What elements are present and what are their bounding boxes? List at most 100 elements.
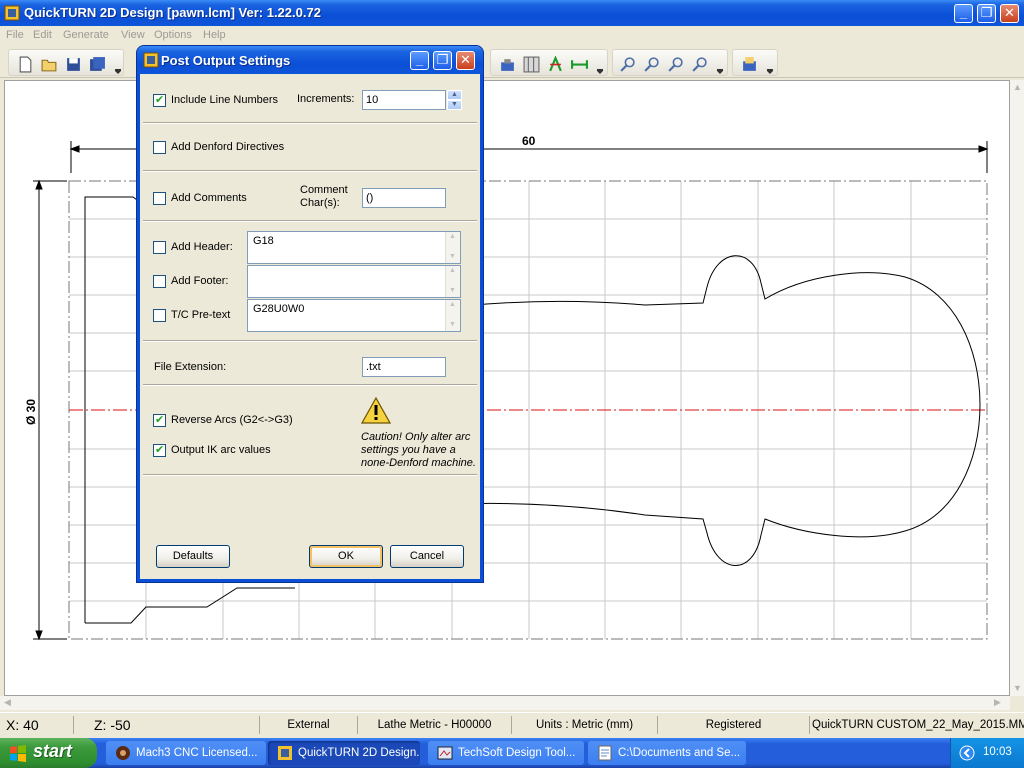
tool-path-icon[interactable] xyxy=(547,56,564,73)
clock: 10:03 xyxy=(983,746,1012,758)
scroll-left-icon[interactable]: ◀ xyxy=(4,697,11,708)
zoom-out-icon[interactable] xyxy=(691,56,708,73)
post-output-settings-dialog: Post Output Settings _ ❐ ✕ Include Line … xyxy=(137,46,483,582)
comment-chars-label: Comment xyxy=(300,184,348,196)
menu-help[interactable]: Help xyxy=(203,29,226,41)
cancel-button[interactable]: Cancel xyxy=(390,545,464,568)
status-license: QuickTURN CUSTOM_22_May_2015.MML xyxy=(812,719,1024,731)
start-label: start xyxy=(33,741,73,761)
divider xyxy=(143,170,477,172)
increments-input[interactable]: 10 xyxy=(362,90,446,110)
toolbar-group-zoom xyxy=(612,49,728,76)
grid-icon[interactable] xyxy=(523,56,540,73)
toolbar-overflow-icon[interactable] xyxy=(115,59,121,74)
ok-button[interactable]: OK xyxy=(309,545,383,568)
toolbar-overflow-icon[interactable] xyxy=(767,59,773,74)
add-footer-checkbox[interactable] xyxy=(153,275,166,288)
add-comments-checkbox[interactable] xyxy=(153,192,166,205)
menu-file[interactable]: File xyxy=(6,29,24,41)
spin-down-icon[interactable]: ▼ xyxy=(447,100,462,110)
warning-icon xyxy=(361,397,391,424)
scroll-right-icon[interactable]: ▶ xyxy=(994,697,1001,708)
tc-pretext-scrollbar[interactable]: ▲ ▼ xyxy=(445,300,460,331)
scroll-down-icon[interactable]: ▼ xyxy=(1013,683,1022,693)
horizontal-scrollbar[interactable]: ◀ ▶ xyxy=(0,696,1010,710)
tray-expand-icon[interactable] xyxy=(959,745,975,761)
toolbar-group-post xyxy=(732,49,778,76)
close-button[interactable]: ✕ xyxy=(1000,4,1019,23)
techsoft-icon xyxy=(437,746,453,760)
task-techsoft[interactable]: TechSoft Design Tool... xyxy=(428,741,584,765)
increments-spinner[interactable]: ▲ ▼ xyxy=(447,90,462,110)
start-button[interactable]: start xyxy=(0,738,97,768)
add-header-label: Add Header: xyxy=(171,241,233,253)
taskbar: start Mach3 CNC Licensed... QuickTURN 2D… xyxy=(0,738,1024,768)
comment-chars-input[interactable]: () xyxy=(362,188,446,208)
comment-chars-label-2: Char(s): xyxy=(300,197,340,209)
header-scrollbar[interactable]: ▲ ▼ xyxy=(445,232,460,263)
divider xyxy=(143,220,477,222)
quickturn-icon xyxy=(278,746,292,760)
scroll-up-icon[interactable]: ▲ xyxy=(1013,82,1022,92)
output-ik-checkbox[interactable] xyxy=(153,443,166,457)
menu-view[interactable]: View xyxy=(121,29,145,41)
tc-pretext-textarea[interactable]: G28U0W0 ▲ ▼ xyxy=(247,299,461,332)
divider xyxy=(143,340,477,342)
maximize-button[interactable]: ❐ xyxy=(977,4,996,23)
vertical-scrollbar[interactable]: ▲ ▼ xyxy=(1010,80,1024,696)
caution-text-line-2: settings you have a xyxy=(361,444,456,456)
post-output-icon[interactable] xyxy=(741,56,758,73)
include-line-numbers-checkbox[interactable] xyxy=(153,93,166,107)
new-file-icon[interactable] xyxy=(17,56,34,73)
dimension-icon[interactable] xyxy=(571,56,588,73)
zoom-in-icon[interactable] xyxy=(667,56,684,73)
machine-icon[interactable] xyxy=(499,56,516,73)
window-titlebar[interactable]: QuickTURN 2D Design [pawn.lcm] Ver: 1.22… xyxy=(0,0,1024,26)
status-machine: Lathe Metric - H00000 xyxy=(358,716,512,734)
toolbar-overflow-icon[interactable] xyxy=(597,59,603,74)
output-ik-label: Output IK arc values xyxy=(171,444,271,456)
dialog-maximize-button[interactable]: ❐ xyxy=(433,51,452,70)
toolbar-group-file xyxy=(8,49,124,76)
header-textarea[interactable]: G18 ▲ ▼ xyxy=(247,231,461,264)
dialog-titlebar[interactable]: Post Output Settings _ ❐ ✕ xyxy=(137,46,483,74)
footer-textarea[interactable]: ▲ ▼ xyxy=(247,265,461,298)
add-footer-label: Add Footer: xyxy=(171,275,229,287)
task-quickturn[interactable]: QuickTURN 2D Design... xyxy=(268,741,420,765)
width-dimension-label: 60 xyxy=(522,134,536,148)
task-mach3[interactable]: Mach3 CNC Licensed... xyxy=(106,741,266,765)
toolbar-overflow-icon[interactable] xyxy=(717,59,723,74)
task-documents[interactable]: C:\Documents and Se... xyxy=(588,741,746,765)
file-extension-input[interactable]: .txt xyxy=(362,357,446,377)
add-denford-directives-checkbox[interactable] xyxy=(153,141,166,154)
menu-edit[interactable]: Edit xyxy=(33,29,52,41)
window-title: QuickTURN 2D Design [pawn.lcm] Ver: 1.22… xyxy=(24,5,321,20)
save-all-icon[interactable] xyxy=(89,56,106,73)
notepad-icon xyxy=(598,745,612,761)
mach3-icon xyxy=(116,746,130,760)
task-label: TechSoft Design Tool... xyxy=(458,747,576,759)
task-label: QuickTURN 2D Design... xyxy=(298,747,420,759)
defaults-button[interactable]: Defaults xyxy=(156,545,230,568)
footer-scrollbar[interactable]: ▲ ▼ xyxy=(445,266,460,297)
menu-options[interactable]: Options xyxy=(154,29,192,41)
menu-generate[interactable]: Generate xyxy=(63,29,109,41)
zoom-pan-icon[interactable] xyxy=(643,56,660,73)
save-icon[interactable] xyxy=(65,56,82,73)
caution-text-line-3: none-Denford machine. xyxy=(361,457,476,469)
increments-label: Increments: xyxy=(297,93,355,105)
tc-pretext-checkbox[interactable] xyxy=(153,309,166,322)
spin-up-icon[interactable]: ▲ xyxy=(447,90,462,100)
open-folder-icon[interactable] xyxy=(41,56,58,73)
minimize-button[interactable]: _ xyxy=(954,4,973,23)
task-label: C:\Documents and Se... xyxy=(618,747,741,759)
dialog-close-button[interactable]: ✕ xyxy=(456,51,475,70)
reverse-arcs-checkbox[interactable] xyxy=(153,413,166,427)
caution-text-line-1: Caution! Only alter arc xyxy=(361,431,471,443)
dialog-minimize-button[interactable]: _ xyxy=(410,51,429,70)
menu-bar: File Edit Generate View Options Help xyxy=(0,26,1024,46)
zoom-window-icon[interactable] xyxy=(619,56,636,73)
add-header-checkbox[interactable] xyxy=(153,241,166,254)
status-units: Units : Metric (mm) xyxy=(512,716,658,734)
add-denford-directives-label: Add Denford Directives xyxy=(171,141,285,153)
